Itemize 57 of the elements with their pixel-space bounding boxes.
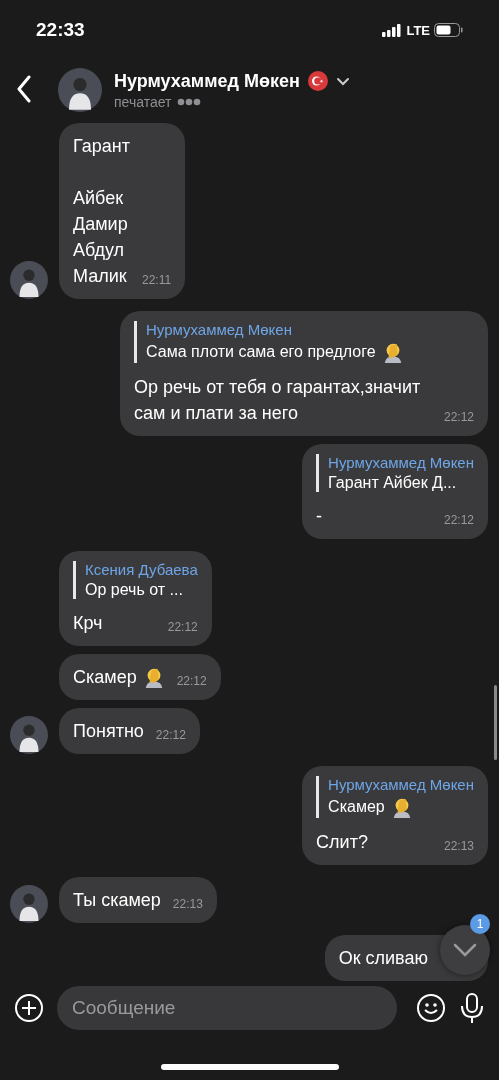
typing-status: печатает (114, 93, 172, 110)
message-text: Крч (73, 612, 103, 635)
attach-icon[interactable] (14, 993, 44, 1023)
message-text: Ты скамер (73, 889, 161, 912)
message-input[interactable]: Сообщение (57, 986, 397, 1030)
battery-icon (434, 23, 463, 37)
message-bubble[interactable]: Нурмухаммед Мөкен Гарант Айбек Д... - 22:12 (302, 444, 488, 539)
status-time: 22:33 (36, 19, 85, 41)
microphone-icon[interactable] (459, 992, 485, 1024)
avatar-icon[interactable] (10, 885, 48, 923)
message-bubble[interactable]: Ты скамер 22:13 (59, 877, 217, 923)
unread-badge: 1 (470, 914, 490, 934)
message-time: 22:12 (176, 674, 207, 690)
message-text: Скамер (73, 666, 137, 689)
message-text: Гарант Айбек Дамир Абдул Малик (73, 135, 130, 288)
message-time: 22:12 (167, 620, 198, 636)
signal-icon (382, 23, 403, 37)
avatar-icon[interactable] (10, 716, 48, 754)
message-time: 22:12 (443, 410, 474, 426)
quoted-text: Гарант Айбек Д... (328, 474, 457, 492)
quoted-sender: Ксения Дубаева (85, 561, 198, 578)
message-bubble[interactable]: Нурмухаммед Мөкен Сама плоти сама его предлоге Ор речь от тебя о гарантах,значит сам и плати за него 22:12 (120, 311, 488, 436)
message-bubble[interactable]: Гарант Айбек Дамир Абдул Малик 22:11 (59, 123, 186, 299)
message-text: Ор речь от тебя о гарантах,значит сам и плати за него (134, 376, 422, 425)
quoted-text: Сама плоти сама его предлоге (146, 343, 376, 361)
message-bubble[interactable]: Нурмухаммед Мөкен Скамер Слит? 22:13 (302, 766, 488, 865)
chevron-down-icon[interactable] (335, 76, 350, 86)
typing-dots-icon (177, 97, 202, 106)
flag-icon (307, 71, 328, 91)
quoted-text: Скамер (328, 798, 385, 816)
message-time: 22:12 (155, 728, 186, 744)
reply-quote[interactable]: Нурмухаммед Мөкен Скамер (316, 776, 474, 818)
quoted-sender: Нурмухаммед Мөкен (328, 454, 474, 471)
message-time: 22:13 (443, 839, 474, 855)
chevron-down-icon (453, 943, 477, 957)
emoji-icon[interactable] (416, 993, 446, 1023)
avatar-icon[interactable] (58, 68, 102, 112)
message-time: 22:11 (141, 273, 172, 289)
reply-quote[interactable]: Ксения Дубаева Ор речь от ... (73, 561, 198, 599)
network-label: LTE (406, 22, 430, 38)
message-text: Слит? (316, 831, 368, 854)
message-time: 22:12 (443, 513, 474, 529)
reply-quote[interactable]: Нурмухаммед Мөкен Сама плоти сама его предлоге (134, 321, 474, 363)
message-bubble[interactable]: Понятно 22:12 (59, 708, 200, 754)
quoted-sender: Нурмухаммед Мөкен (328, 776, 474, 793)
message-bubble[interactable]: Ксения Дубаева Ор речь от ... Крч 22:12 (59, 551, 212, 646)
message-text: Ок сливаю (338, 947, 428, 970)
message-text: - (316, 505, 323, 528)
contact-name[interactable]: Нурмухаммед Мөкен (114, 70, 300, 92)
scrollbar-thumb[interactable] (494, 685, 497, 760)
message-time: 22:13 (172, 897, 203, 913)
message-text: Понятно (73, 720, 144, 743)
message-bubble[interactable]: Скамер 22:12 (59, 654, 221, 700)
reply-quote[interactable]: Нурмухаммед Мөкен Гарант Айбек Д... (316, 454, 474, 492)
avatar-icon[interactable] (10, 261, 48, 299)
quoted-text: Ор речь от ... (85, 581, 183, 599)
quoted-sender: Нурмухаммед Мөкен (146, 321, 293, 338)
